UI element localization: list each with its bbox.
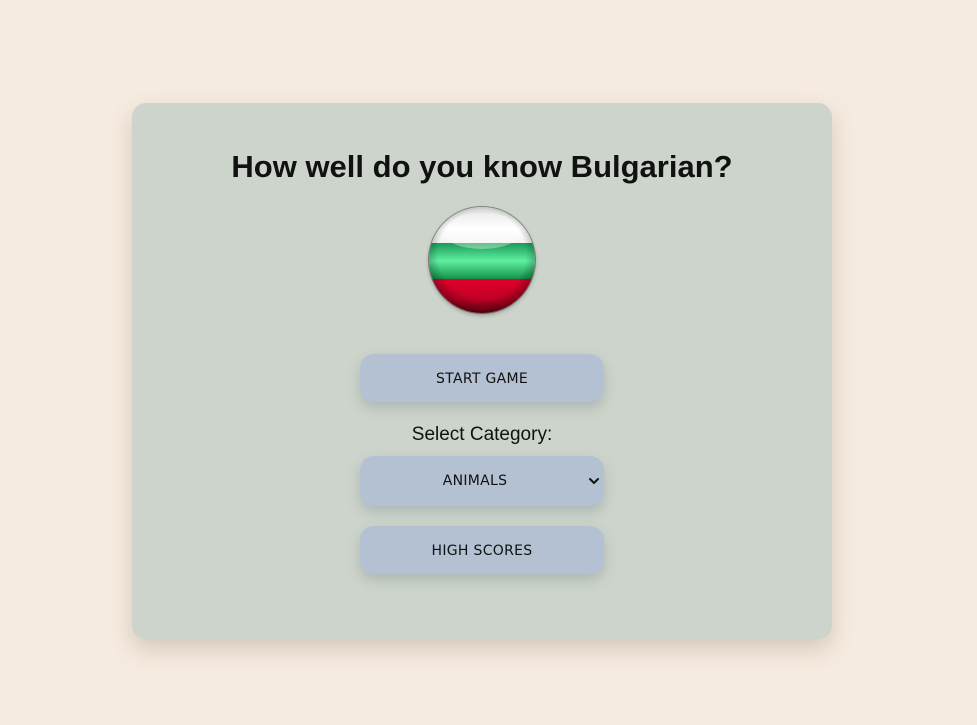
bulgaria-flag-icon	[429, 207, 535, 313]
high-scores-button[interactable]: HIGH SCORES	[360, 526, 604, 574]
category-label: Select Category:	[411, 424, 553, 445]
category-select[interactable]: ANIMALS	[360, 456, 604, 506]
category-selected-value: ANIMALS	[442, 473, 508, 489]
start-game-button[interactable]: START GAME	[360, 354, 604, 402]
game-card: How well do you know Bulgarian? START GA…	[132, 103, 832, 639]
page-title: How well do you know Bulgarian?	[231, 149, 733, 184]
chevron-down-icon	[589, 478, 599, 484]
